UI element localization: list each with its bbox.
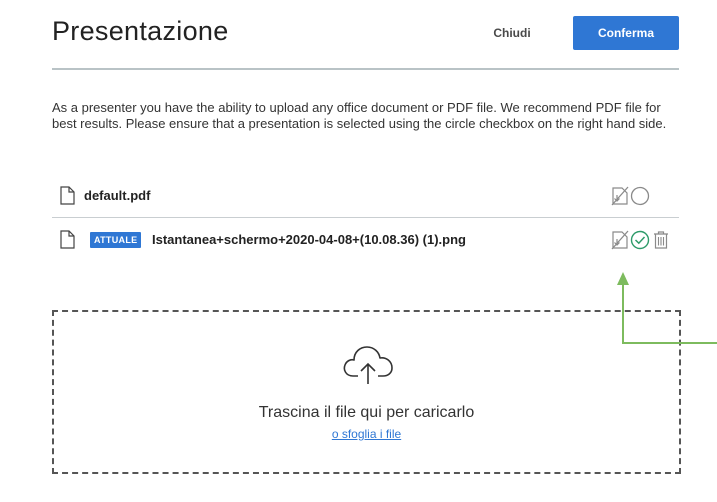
circle-radio-icon[interactable] bbox=[630, 186, 650, 206]
page-title: Presentazione bbox=[52, 16, 229, 46]
browse-container: o sfoglia i file bbox=[54, 427, 679, 441]
file-icon bbox=[60, 230, 75, 249]
cloud-upload-icon bbox=[343, 346, 393, 384]
upload-dropzone[interactable]: Trascina il file qui per caricarlo o sfo… bbox=[52, 310, 681, 474]
confirm-button[interactable]: Conferma bbox=[573, 16, 679, 50]
file-row: ATTUALE Istantanea+schermo+2020-04-08+(1… bbox=[52, 224, 679, 260]
trash-icon[interactable] bbox=[651, 230, 671, 250]
file-icon bbox=[60, 186, 75, 205]
file-name: Istantanea+schermo+2020-04-08+(10.08.36)… bbox=[152, 232, 466, 247]
no-download-icon[interactable] bbox=[610, 186, 630, 206]
file-row: default.pdf bbox=[52, 180, 679, 216]
dropzone-instruction: Trascina il file qui per caricarlo bbox=[258, 404, 475, 421]
check-circle-icon[interactable] bbox=[630, 230, 650, 250]
description-text: As a presenter you have the ability to u… bbox=[52, 100, 667, 131]
current-badge: ATTUALE bbox=[90, 232, 142, 248]
no-download-icon[interactable] bbox=[610, 230, 630, 250]
row-divider bbox=[52, 217, 679, 218]
close-button[interactable]: Chiudi bbox=[484, 22, 540, 44]
header-divider bbox=[52, 68, 679, 70]
browse-files-link[interactable]: o sfoglia i file bbox=[332, 427, 401, 441]
file-name: default.pdf bbox=[84, 188, 151, 203]
